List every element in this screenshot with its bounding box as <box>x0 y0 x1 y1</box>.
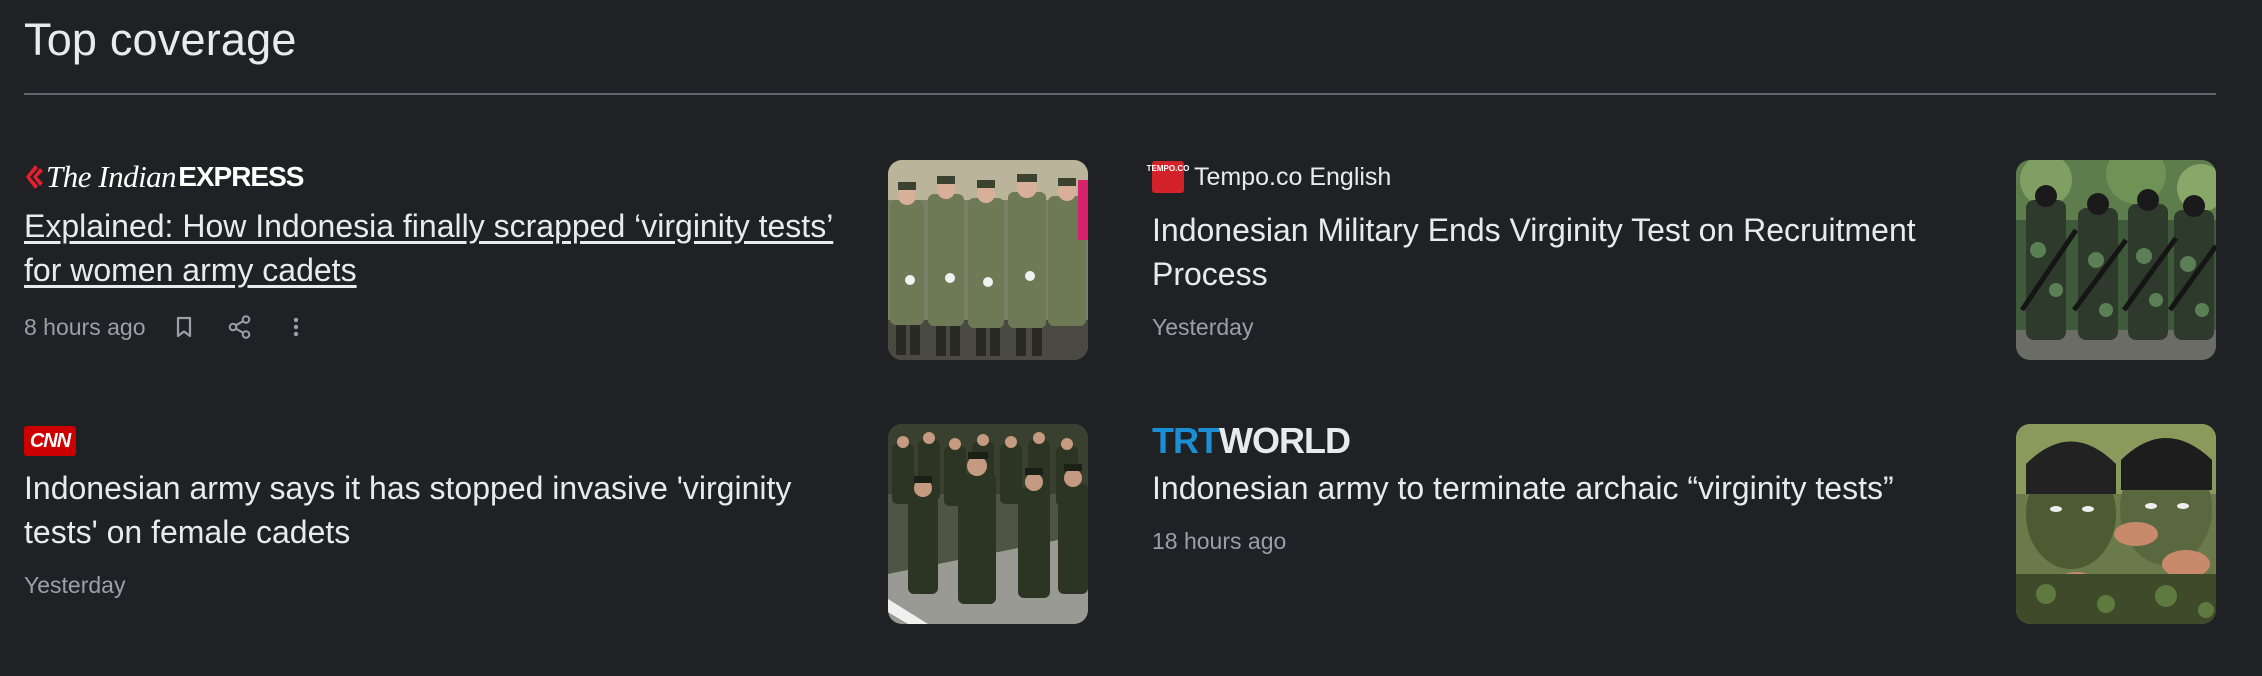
cadets-saluting-photo-icon <box>888 424 1088 624</box>
article-headline[interactable]: Indonesian Military Ends Virginity Test … <box>1152 208 1992 296</box>
source-name: Tempo.co English <box>1194 162 1392 191</box>
source-logo-cnn[interactable]: CNN <box>24 424 76 458</box>
source-logo-trt-world[interactable]: TRT WORLD <box>1152 420 1351 461</box>
soldiers-camouflage-photo-icon <box>2016 160 2216 360</box>
source-logo-tempo[interactable]: TEMPO.CO Tempo.co English <box>1147 160 1392 194</box>
trt-logo-part: TRT <box>1152 420 1220 461</box>
article-headline[interactable]: Indonesian army to terminate archaic “vi… <box>1152 466 1992 510</box>
article-time: 18 hours ago <box>1152 528 1287 554</box>
article-thumbnail[interactable] <box>2016 424 2216 624</box>
article-meta: 18 hours ago <box>1152 528 1286 555</box>
article-time: Yesterday <box>1152 314 1254 340</box>
more-options-button[interactable] <box>279 310 313 344</box>
article-time: Yesterday <box>24 572 126 598</box>
article-meta: 8 hours ago <box>24 310 313 344</box>
share-button[interactable] <box>223 310 257 344</box>
article-thumbnail[interactable] <box>888 160 1088 360</box>
article-meta: Yesterday <box>24 572 125 599</box>
tempo-logo-icon: TEMPO.CO <box>1147 161 1189 193</box>
more-vert-icon <box>294 317 299 337</box>
share-icon <box>229 315 251 339</box>
camouflage-face-paint-photo-icon <box>2016 424 2216 624</box>
bookmark-button[interactable] <box>167 310 201 344</box>
article-card-tempo[interactable]: TEMPO.CO Tempo.co English Indonesian Mil… <box>1147 160 2216 360</box>
article-card-indian-express[interactable]: The Indian EXPRESS Explained: How Indone… <box>24 159 1088 360</box>
indian-express-mark-icon <box>26 165 43 189</box>
section-title: Top coverage <box>24 14 297 65</box>
women-cadets-marching-photo-icon <box>888 160 1088 360</box>
article-headline[interactable]: Explained: How Indonesia finally scrappe… <box>24 204 864 292</box>
article-headline[interactable]: Indonesian army says it has stopped inva… <box>24 466 864 554</box>
article-meta: Yesterday <box>1152 314 1253 341</box>
cnn-logo-icon: CNN <box>24 426 76 456</box>
article-thumbnail[interactable] <box>888 424 1088 624</box>
bookmark-icon <box>177 316 192 338</box>
article-card-cnn[interactable]: CNN Indonesian army says it has stopped … <box>24 424 1088 624</box>
source-name: The Indian <box>46 159 177 194</box>
world-logo-part: WORLD <box>1218 420 1351 461</box>
article-card-trt-world[interactable]: TRT WORLD Indonesian army to terminate a… <box>1152 420 2216 624</box>
article-thumbnail[interactable] <box>2016 160 2216 360</box>
article-time: 8 hours ago <box>24 313 146 340</box>
section-divider <box>24 93 2216 95</box>
source-name-bold: EXPRESS <box>178 161 304 192</box>
source-logo-indian-express[interactable]: The Indian EXPRESS <box>24 159 304 194</box>
